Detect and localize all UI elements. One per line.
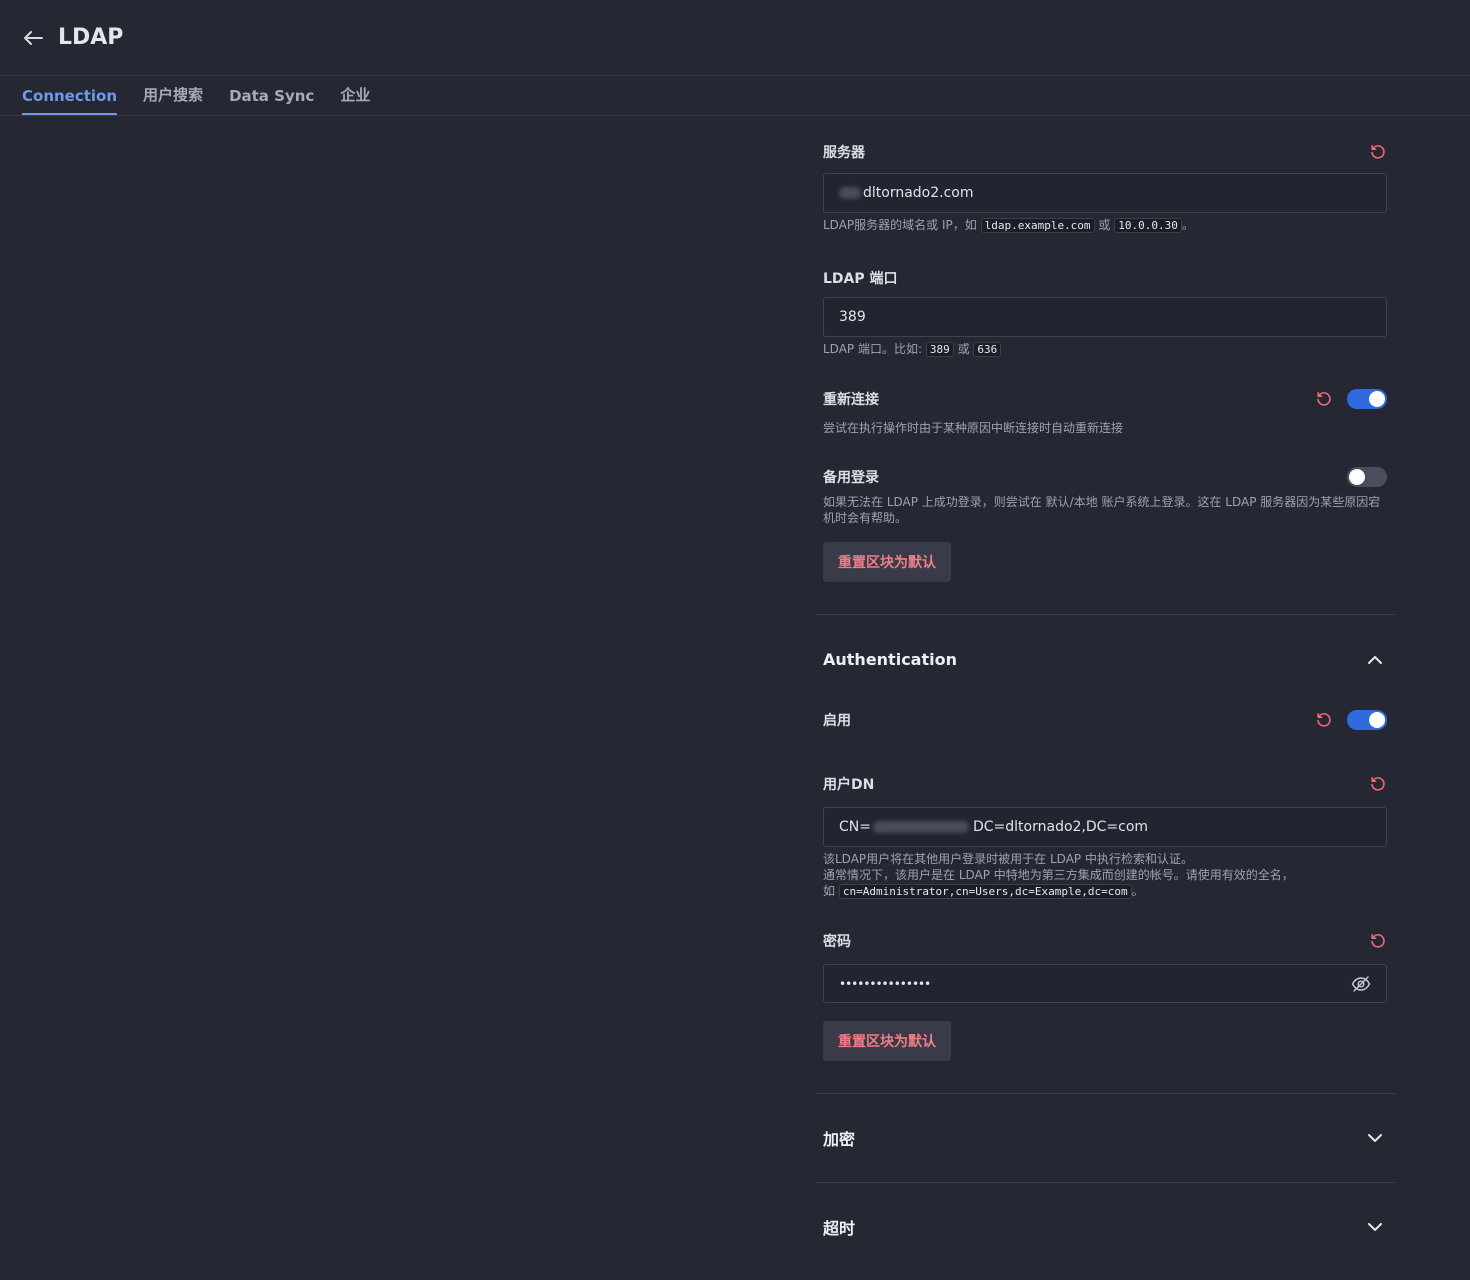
server-help-code2: 10.0.0.30 bbox=[1114, 218, 1182, 233]
user-dn-label: 用户DN bbox=[823, 777, 875, 793]
fallback-toggle[interactable] bbox=[1347, 467, 1387, 487]
port-help-or: 或 bbox=[957, 342, 970, 356]
settings-panel: 服务器 dltornado2.com LDAP服务器的域名或 IP，如 ldap… bbox=[816, 117, 1395, 1271]
server-help-code1: ldap.example.com bbox=[980, 218, 1095, 233]
user-dn-help-prefix: 如 bbox=[823, 884, 836, 898]
back-arrow-icon[interactable] bbox=[24, 27, 46, 49]
tab-user-search[interactable]: 用户搜索 bbox=[143, 84, 203, 115]
password-value: ••••••••••••••• bbox=[839, 976, 931, 991]
auth-enable-toggle[interactable] bbox=[1347, 710, 1387, 730]
reconnect-label: 重新连接 bbox=[823, 392, 879, 408]
user-dn-help-line2: 通常情况下，该用户是在 LDAP 中特地为第三方集成而创建的帐号。请使用有效的全… bbox=[823, 868, 1294, 882]
user-dn-value-suffix: DC=dltornado2,DC=com bbox=[972, 819, 1149, 835]
authentication-header[interactable]: Authentication bbox=[816, 615, 1395, 703]
server-reset-icon[interactable] bbox=[1369, 143, 1387, 161]
user-dn-help-line3: 如 cn=Administrator,cn=Users,dc=Example,d… bbox=[823, 883, 1387, 900]
server-value: dltornado2.com bbox=[863, 185, 974, 201]
reconnect-reset-icon[interactable] bbox=[1315, 390, 1333, 408]
tab-data-sync[interactable]: Data Sync bbox=[229, 87, 314, 115]
server-input[interactable]: dltornado2.com bbox=[823, 173, 1387, 213]
page-header: LDAP bbox=[0, 0, 1470, 76]
port-help-code1: 389 bbox=[925, 342, 954, 357]
server-help-or: 或 bbox=[1098, 218, 1111, 232]
chevron-down-icon[interactable] bbox=[1367, 1219, 1383, 1235]
port-help-code2: 636 bbox=[973, 342, 1002, 357]
toggle-knob bbox=[1349, 469, 1365, 485]
timeout-title: 超时 bbox=[823, 1219, 856, 1238]
server-help: LDAP服务器的域名或 IP，如 ldap.example.com 或 10.0… bbox=[823, 217, 1387, 234]
reset-section-button[interactable]: 重置区块为默认 bbox=[823, 1021, 951, 1061]
encryption-title: 加密 bbox=[823, 1130, 856, 1149]
chevron-up-icon[interactable] bbox=[1367, 651, 1383, 667]
encryption-header[interactable]: 加密 bbox=[816, 1094, 1395, 1182]
password-reset-icon[interactable] bbox=[1369, 932, 1387, 950]
redacted-mark bbox=[839, 187, 861, 199]
fallback-row: 备用登录 bbox=[823, 466, 1387, 488]
user-dn-input[interactable]: CN= DC=dltornado2,DC=com bbox=[823, 807, 1387, 847]
port-row: LDAP 端口 bbox=[823, 267, 1387, 289]
port-input[interactable]: 389 bbox=[823, 297, 1387, 337]
authentication-title: Authentication bbox=[823, 649, 957, 669]
reconnect-toggle[interactable] bbox=[1347, 389, 1387, 409]
tab-enterprise[interactable]: 企业 bbox=[340, 84, 370, 115]
user-dn-reset-icon[interactable] bbox=[1369, 775, 1387, 793]
user-dn-row: 用户DN bbox=[823, 773, 1387, 795]
port-help-text: LDAP 端口。比如: bbox=[823, 342, 923, 356]
toggle-knob bbox=[1369, 712, 1385, 728]
timeout-header[interactable]: 超时 bbox=[816, 1183, 1395, 1271]
user-dn-help: 该LDAP用户将在其他用户登录时被用于在 LDAP 中执行检索和认证。 通常情况… bbox=[823, 851, 1387, 900]
page-title: LDAP bbox=[58, 25, 124, 50]
auth-enable-label: 启用 bbox=[823, 713, 851, 729]
port-label: LDAP 端口 bbox=[823, 271, 898, 287]
reconnect-row: 重新连接 bbox=[823, 388, 1387, 410]
chevron-down-icon[interactable] bbox=[1367, 1130, 1383, 1146]
server-row: 服务器 bbox=[823, 141, 1387, 163]
auth-enable-row: 启用 bbox=[823, 709, 1387, 731]
user-dn-help-code: cn=Administrator,cn=Users,dc=Example,dc=… bbox=[838, 884, 1132, 899]
user-dn-help-suffix: 。 bbox=[1131, 884, 1144, 898]
eye-off-icon[interactable] bbox=[1351, 974, 1371, 994]
server-label: 服务器 bbox=[823, 145, 865, 161]
server-help-text: LDAP服务器的域名或 IP，如 bbox=[823, 218, 977, 232]
password-label: 密码 bbox=[823, 934, 851, 950]
port-value: 389 bbox=[839, 309, 866, 325]
tab-connection[interactable]: Connection bbox=[22, 87, 118, 115]
toggle-knob bbox=[1369, 391, 1385, 407]
reset-section-button[interactable]: 重置区块为默认 bbox=[823, 542, 951, 582]
user-dn-value-prefix: CN= bbox=[839, 819, 871, 835]
server-help-suffix: 。 bbox=[1181, 218, 1194, 232]
password-row: 密码 bbox=[823, 930, 1387, 952]
password-input[interactable]: ••••••••••••••• bbox=[823, 964, 1387, 1003]
auth-enable-reset-icon[interactable] bbox=[1315, 711, 1333, 729]
reconnect-help: 尝试在执行操作时由于某种原因中断连接时自动重新连接 bbox=[823, 421, 1124, 435]
user-dn-help-line1: 该LDAP用户将在其他用户登录时被用于在 LDAP 中执行检索和认证。 bbox=[823, 852, 1193, 866]
fallback-help: 如果无法在 LDAP 上成功登录，则尝试在 默认/本地 账户系统上登录。这在 L… bbox=[823, 495, 1381, 525]
fallback-label: 备用登录 bbox=[823, 470, 879, 486]
tab-bar: Connection 用户搜索 Data Sync 企业 bbox=[0, 76, 1470, 116]
port-help: LDAP 端口。比如: 389 或 636 bbox=[823, 341, 1387, 358]
redacted-mark bbox=[872, 821, 969, 833]
